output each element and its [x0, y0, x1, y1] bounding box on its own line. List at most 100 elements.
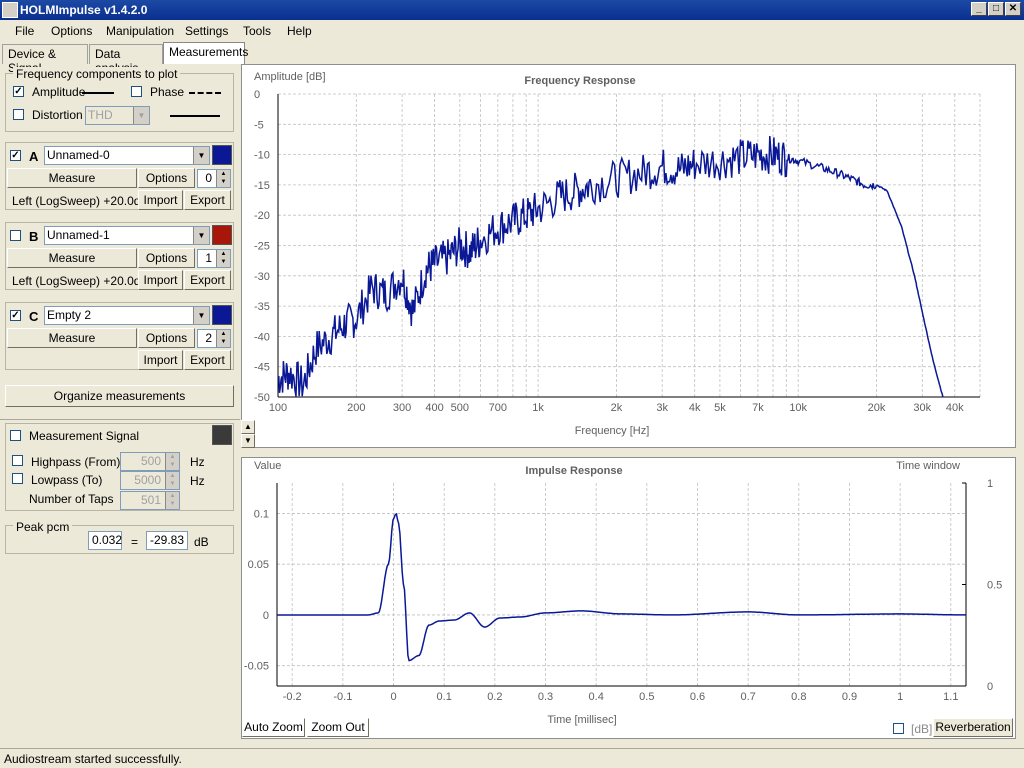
distortion-checkbox[interactable]: [13, 109, 24, 120]
db-checkbox[interactable]: [893, 723, 904, 734]
measurement-b-info: Left (LogSweep) +20.0dB: [12, 274, 149, 288]
frequency-xtick-label: 4k: [689, 402, 701, 414]
impulse-xtick-label: 0.3: [538, 691, 553, 703]
chevron-down-icon: ▼: [193, 307, 209, 324]
measurement-signal-checkbox[interactable]: [10, 430, 21, 441]
frequency-xtick-label: 200: [347, 402, 365, 414]
tab-data-analysis[interactable]: Data analysis: [89, 44, 163, 75]
frequency-xtick-label: 5k: [714, 402, 726, 414]
reverberation-button[interactable]: Reverberation: [933, 718, 1013, 737]
measurement-a-checkbox[interactable]: ✓: [10, 150, 21, 161]
spin-arrows-icon[interactable]: ▲ ▼: [165, 492, 179, 509]
close-button[interactable]: ✕: [1005, 2, 1021, 16]
frequency-xtick-label: 300: [393, 402, 411, 414]
measurement-b-import-button[interactable]: Import: [138, 270, 183, 290]
status-text: Audiostream started successfully.: [4, 752, 182, 766]
lowpass-stepper[interactable]: 5000 ▲ ▼: [120, 471, 180, 490]
menu-manipulation[interactable]: Manipulation: [106, 24, 174, 38]
frequency-xtick-label: 7k: [752, 402, 764, 414]
measurement-a-export-button[interactable]: Export: [184, 190, 231, 210]
signal-color-swatch[interactable]: [212, 425, 232, 445]
phase-checkbox[interactable]: [131, 86, 142, 97]
taps-stepper[interactable]: 501 ▲ ▼: [120, 491, 180, 510]
measurement-c-name-select[interactable]: Empty 2 ▼: [44, 306, 210, 325]
frequency-xtick-label: 2k: [611, 402, 623, 414]
measurement-c-options-button[interactable]: Options: [138, 328, 195, 348]
measurement-c-checkbox[interactable]: ✓: [10, 310, 21, 321]
scroll-down-button[interactable]: ▼: [241, 434, 255, 448]
spin-arrows-icon[interactable]: ▲ ▼: [216, 330, 230, 347]
impulse-response-svg: -0.2 -0.1 0 0.1 0.2 0.3 0.4 0.5 0.6 0.7 0.8 0.9 1 1.1…: [244, 460, 1002, 726]
impulse-response-chart[interactable]: -0.2 -0.1 0 0.1 0.2 0.3 0.4 0.5 0.6 0.7 0.8 0.9 1 1.1…: [241, 457, 1016, 739]
peak-db-field: -29.83: [146, 531, 188, 550]
spin-arrows-icon[interactable]: ▲ ▼: [216, 250, 230, 267]
frequency-xtick-label: 1k: [532, 402, 544, 414]
frequency-ytick-label: -25: [254, 241, 270, 253]
scroll-up-button[interactable]: ▲: [241, 420, 255, 434]
maximize-button[interactable]: □: [988, 2, 1004, 16]
frequency-ytick-label: -40: [254, 331, 270, 343]
measurement-c-measure-button[interactable]: Measure: [7, 328, 137, 348]
measurement-b-name-select[interactable]: Unnamed-1 ▼: [44, 226, 210, 245]
frequency-xtick-label: 400: [425, 402, 443, 414]
measurement-a-color-swatch[interactable]: [212, 145, 232, 165]
distortion-select[interactable]: THD ▼: [85, 106, 150, 125]
measurement-c-import-button[interactable]: Import: [138, 350, 183, 370]
zoom-out-button[interactable]: Zoom Out: [307, 718, 369, 737]
measurement-a-measure-button[interactable]: Measure: [7, 168, 137, 188]
measurement-b-color-swatch[interactable]: [212, 225, 232, 245]
impulse-xtick-label: -0.2: [283, 691, 302, 703]
minimize-button[interactable]: _: [971, 2, 987, 16]
spin-arrows-icon[interactable]: ▲ ▼: [165, 472, 179, 489]
db-label: [dB]: [911, 722, 933, 736]
measurement-b-checkbox[interactable]: [10, 230, 21, 241]
measurement-c-color-swatch[interactable]: [212, 305, 232, 325]
organize-measurements-button[interactable]: Organize measurements: [5, 385, 234, 407]
measurement-b-export-button[interactable]: Export: [184, 270, 231, 290]
frequency-ylabel: Amplitude [dB]: [254, 71, 326, 83]
amplitude-checkbox[interactable]: ✓: [13, 86, 24, 97]
measurement-b-measure-button[interactable]: Measure: [7, 248, 137, 268]
impulse-xtick-label: 0.4: [589, 691, 604, 703]
menu-options[interactable]: Options: [51, 24, 92, 38]
frequency-grid: [277, 93, 981, 398]
frequency-response-chart[interactable]: 0 -5 -10 -15 -20 -25 -30 -35 -40 -45 -50 100 200 300 4…: [241, 64, 1016, 448]
frequency-ytick-label: -45: [254, 362, 270, 374]
frequency-response-svg: 0 -5 -10 -15 -20 -25 -30 -35 -40 -45 -50100 200 300 4…: [254, 71, 981, 437]
measurement-c-export-button[interactable]: Export: [184, 350, 231, 370]
frequency-ytick-label: -5: [254, 119, 264, 131]
measurement-c-letter: C: [29, 309, 39, 324]
auto-zoom-button[interactable]: Auto Zoom: [242, 718, 305, 737]
measurement-c-index-stepper[interactable]: 2 ▲ ▼: [197, 329, 231, 348]
impulse-xtick-label: 1: [897, 691, 903, 703]
menu-file[interactable]: File: [15, 24, 34, 38]
highpass-stepper[interactable]: 500 ▲ ▼: [120, 452, 180, 471]
taps-label: Number of Taps: [29, 492, 114, 506]
title-bar: HOLMImpulse v1.4.2.0 _ □ ✕: [0, 0, 1024, 20]
distortion-line-sample: [170, 115, 220, 117]
impulse-xtick-label: 0.6: [690, 691, 705, 703]
impulse-y2tick-label: 0.5: [987, 580, 1002, 592]
tab-measurements[interactable]: Measurements: [163, 42, 248, 64]
spin-arrows-icon[interactable]: ▲ ▼: [216, 170, 230, 187]
highpass-checkbox[interactable]: [12, 455, 23, 466]
impulse-xtick-label: 0.9: [842, 691, 857, 703]
menu-settings[interactable]: Settings: [185, 24, 228, 38]
menu-tools[interactable]: Tools: [243, 24, 271, 38]
measurement-a-options-button[interactable]: Options: [138, 168, 195, 188]
menu-help[interactable]: Help: [287, 24, 312, 38]
frequency-ytick-label: -50: [254, 392, 270, 404]
impulse-xtick-label: 0.1: [437, 691, 452, 703]
distortion-label: Distortion: [32, 108, 83, 122]
charts-panel: 0 -5 -10 -15 -20 -25 -30 -35 -40 -45 -50 100 200 300 4…: [241, 64, 1024, 748]
chevron-down-icon: ▼: [193, 147, 209, 164]
tab-device-signal[interactable]: Device & Signal: [2, 44, 88, 75]
measurement-b-options-button[interactable]: Options: [138, 248, 195, 268]
measurement-a-name-select[interactable]: Unnamed-0 ▼: [44, 146, 210, 165]
measurement-a-import-button[interactable]: Import: [138, 190, 183, 210]
frequency-xtick-label: 3k: [656, 402, 668, 414]
lowpass-checkbox[interactable]: [12, 473, 23, 484]
spin-arrows-icon[interactable]: ▲ ▼: [165, 453, 179, 470]
measurement-a-index-stepper[interactable]: 0 ▲ ▼: [197, 169, 231, 188]
measurement-b-index-stepper[interactable]: 1 ▲ ▼: [197, 249, 231, 268]
